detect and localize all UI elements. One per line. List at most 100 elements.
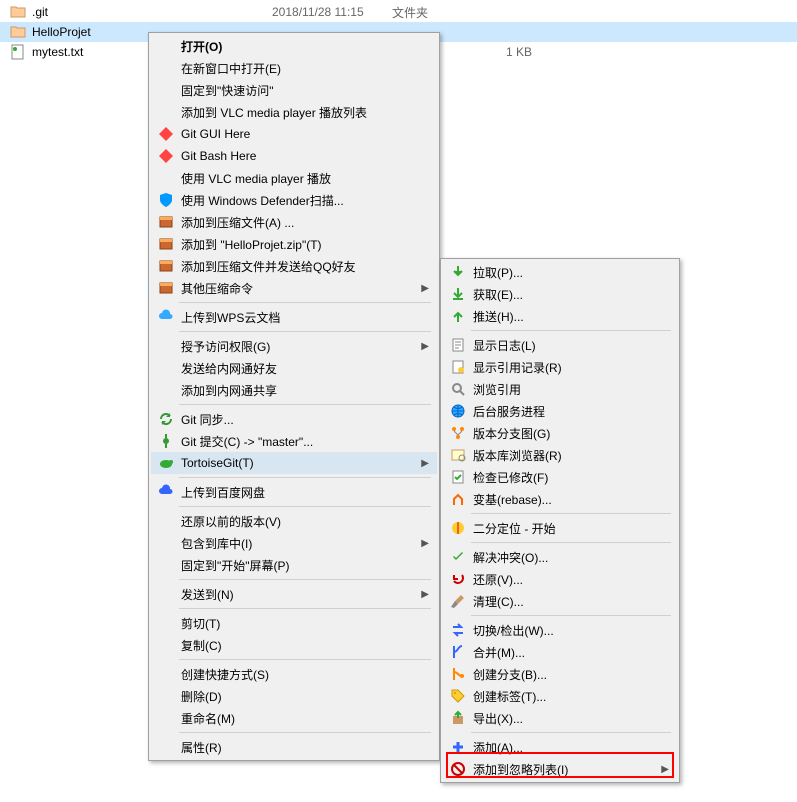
menu-baidu[interactable]: 上传到百度网盘 [151, 481, 437, 503]
menu-pin-quick-access[interactable]: 固定到"快速访问" [151, 79, 437, 101]
menu-vlc-add[interactable]: 添加到 VLC media player 播放列表 [151, 101, 437, 123]
log-icon [447, 337, 469, 353]
menu-log[interactable]: 显示日志(L) [443, 334, 677, 356]
menu-revert[interactable]: 还原(V)... [443, 568, 677, 590]
menu-delete[interactable]: 删除(D) [151, 685, 437, 707]
pull-icon [447, 264, 469, 280]
separator [471, 615, 671, 616]
menu-revgraph[interactable]: 版本分支图(G) [443, 422, 677, 444]
chevron-right-icon: ▶ [661, 764, 669, 775]
menu-pull[interactable]: 拉取(P)... [443, 261, 677, 283]
menu-compress-a[interactable]: 添加到压缩文件(A) ... [151, 211, 437, 233]
menu-repobrowse[interactable]: 版本库浏览器(R) [443, 444, 677, 466]
menu-tortoisegit[interactable]: TortoiseGit(T)▶ [151, 452, 437, 474]
menu-netshare[interactable]: 添加到内网通共享 [151, 379, 437, 401]
archive-icon [155, 280, 177, 296]
menu-defender[interactable]: 使用 Windows Defender扫描... [151, 189, 437, 211]
tortoise-icon [155, 455, 177, 471]
menu-properties[interactable]: 属性(R) [151, 736, 437, 758]
menu-bisect[interactable]: 二分定位 - 开始 [443, 517, 677, 539]
menu-fetch[interactable]: 获取(E)... [443, 283, 677, 305]
separator [471, 513, 671, 514]
menu-rebase[interactable]: 变基(rebase)... [443, 488, 677, 510]
browse-icon [447, 381, 469, 397]
menu-cut[interactable]: 剪切(T) [151, 612, 437, 634]
menu-compress-qq[interactable]: 添加到压缩文件并发送给QQ好友 [151, 255, 437, 277]
menu-rename[interactable]: 重命名(M) [151, 707, 437, 729]
git-icon [155, 148, 177, 164]
switch-icon [447, 622, 469, 638]
menu-checkmod[interactable]: 检查已修改(F) [443, 466, 677, 488]
separator [471, 330, 671, 331]
menu-wps[interactable]: 上传到WPS云文档 [151, 306, 437, 328]
menu-switch[interactable]: 切换/检出(W)... [443, 619, 677, 641]
separator [179, 477, 431, 478]
file-size: 1 KB [472, 45, 532, 59]
bisect-icon [447, 520, 469, 536]
separator [179, 659, 431, 660]
menu-open[interactable]: 打开(O) [151, 35, 437, 57]
chevron-right-icon: ▶ [421, 458, 429, 469]
export-icon [447, 710, 469, 726]
menu-git-gui[interactable]: Git GUI Here [151, 123, 437, 145]
menu-daemon[interactable]: 后台服务进程 [443, 400, 677, 422]
sync-icon [155, 411, 177, 427]
tag-icon [447, 688, 469, 704]
menu-add[interactable]: 添加(A)... [443, 736, 677, 758]
menu-restore[interactable]: 还原以前的版本(V) [151, 510, 437, 532]
text-file-icon [10, 44, 26, 60]
chevron-right-icon: ▶ [421, 341, 429, 352]
reflog-icon [447, 359, 469, 375]
menu-open-new-window[interactable]: 在新窗口中打开(E) [151, 57, 437, 79]
menu-pin-start[interactable]: 固定到"开始"屏幕(P) [151, 554, 437, 576]
menu-sendto[interactable]: 发送到(N)▶ [151, 583, 437, 605]
menu-include-library[interactable]: 包含到库中(I)▶ [151, 532, 437, 554]
separator [179, 331, 431, 332]
rebase-icon [447, 491, 469, 507]
push-icon [447, 308, 469, 324]
menu-compress-zip[interactable]: 添加到 "HelloProjet.zip"(T) [151, 233, 437, 255]
menu-vlc-play[interactable]: 使用 VLC media player 播放 [151, 167, 437, 189]
menu-merge[interactable]: 合并(M)... [443, 641, 677, 663]
tortoisegit-submenu: 拉取(P)... 获取(E)... 推送(H)... 显示日志(L) 显示引用记… [440, 258, 680, 783]
menu-ignore[interactable]: 添加到忽略列表(I)▶ [443, 758, 677, 780]
menu-compress-other[interactable]: 其他压缩命令▶ [151, 277, 437, 299]
menu-grant-access[interactable]: 授予访问权限(G)▶ [151, 335, 437, 357]
menu-reflog[interactable]: 显示引用记录(R) [443, 356, 677, 378]
cloud-icon [155, 484, 177, 500]
menu-export[interactable]: 导出(X)... [443, 707, 677, 729]
menu-cleanup[interactable]: 清理(C)... [443, 590, 677, 612]
cloud-icon [155, 309, 177, 325]
menu-push[interactable]: 推送(H)... [443, 305, 677, 327]
menu-git-commit[interactable]: Git 提交(C) -> "master"... [151, 430, 437, 452]
menu-resolve[interactable]: 解决冲突(O)... [443, 546, 677, 568]
separator [179, 404, 431, 405]
folder-icon [10, 24, 26, 40]
file-row[interactable]: .git 2018/11/28 11:15 文件夹 [0, 2, 797, 22]
chevron-right-icon: ▶ [421, 538, 429, 549]
menu-copy[interactable]: 复制(C) [151, 634, 437, 656]
menu-tag[interactable]: 创建标签(T)... [443, 685, 677, 707]
branch-icon [447, 666, 469, 682]
menu-git-bash[interactable]: Git Bash Here [151, 145, 437, 167]
separator [179, 302, 431, 303]
merge-icon [447, 644, 469, 660]
folder-icon [10, 4, 26, 20]
separator [179, 608, 431, 609]
commit-icon [155, 433, 177, 449]
menu-netcom[interactable]: 发送给内网通好友 [151, 357, 437, 379]
shield-icon [155, 192, 177, 208]
menu-branch[interactable]: 创建分支(B)... [443, 663, 677, 685]
separator [471, 542, 671, 543]
chevron-right-icon: ▶ [421, 283, 429, 294]
file-type: 文件夹 [392, 4, 472, 21]
brush-icon [447, 593, 469, 609]
fetch-icon [447, 286, 469, 302]
revert-icon [447, 571, 469, 587]
menu-browse-ref[interactable]: 浏览引用 [443, 378, 677, 400]
menu-git-sync[interactable]: Git 同步... [151, 408, 437, 430]
separator [471, 732, 671, 733]
menu-shortcut[interactable]: 创建快捷方式(S) [151, 663, 437, 685]
separator [179, 506, 431, 507]
globe-icon [447, 403, 469, 419]
